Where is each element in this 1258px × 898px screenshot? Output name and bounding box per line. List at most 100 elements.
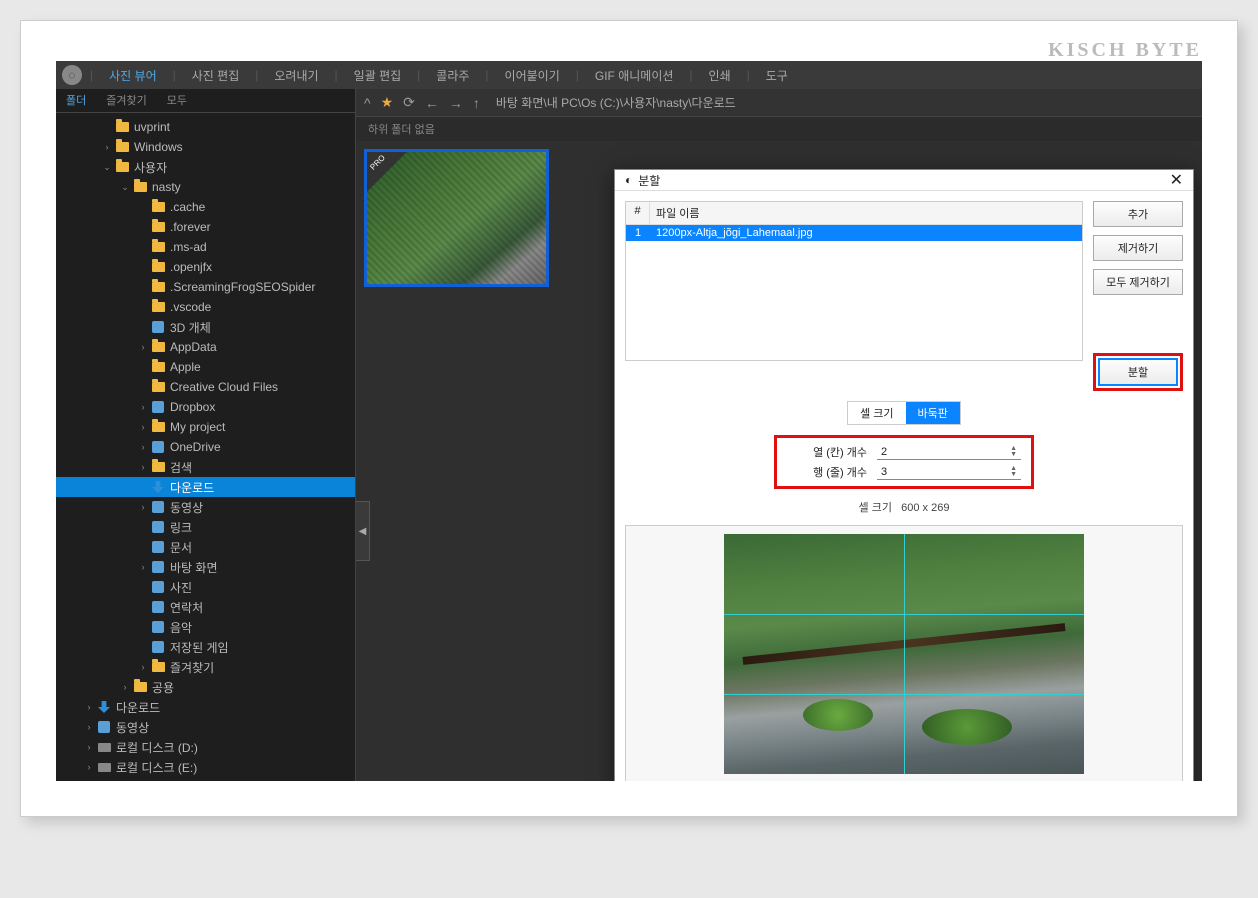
chevron-right-icon[interactable]: › xyxy=(136,502,150,512)
tree-node[interactable]: ›Dropbox xyxy=(56,397,355,417)
chevron-right-icon[interactable]: › xyxy=(136,422,150,432)
tree-node[interactable]: ›AppData xyxy=(56,337,355,357)
tab-grid[interactable]: 바둑판 xyxy=(906,402,960,424)
tree-node[interactable]: ›로컬 디스크 (D:) xyxy=(56,737,355,757)
chevron-right-icon[interactable]: › xyxy=(136,562,150,572)
chevron-right-icon[interactable]: › xyxy=(118,682,132,692)
menu-batch[interactable]: 일괄 편집 xyxy=(346,63,410,88)
chevron-right-icon[interactable]: › xyxy=(136,402,150,412)
menu-print[interactable]: 인쇄 xyxy=(701,63,739,88)
menu-photo-viewer[interactable]: 사진 뷰어 xyxy=(101,63,165,88)
sidebar-tab-folder[interactable]: 폴더 xyxy=(56,89,96,112)
tree-node[interactable]: .forever xyxy=(56,217,355,237)
tree-node[interactable]: .ms-ad xyxy=(56,237,355,257)
item-icon xyxy=(150,580,166,594)
tree-node[interactable]: ›검색 xyxy=(56,457,355,477)
toolbar-back-icon[interactable]: ← xyxy=(425,95,439,111)
sidebar-tab-all[interactable]: 모두 xyxy=(157,89,197,112)
tree-node[interactable]: ›로컬 디스크 (E:) xyxy=(56,757,355,777)
chevron-right-icon[interactable]: › xyxy=(100,142,114,152)
toolbar-refresh-icon[interactable]: ⟳ xyxy=(403,94,415,111)
menu-photo-edit[interactable]: 사진 편집 xyxy=(184,63,248,88)
chevron-right-icon[interactable]: › xyxy=(136,462,150,472)
tree-node[interactable]: ›동영상 xyxy=(56,497,355,517)
chevron-right-icon[interactable]: › xyxy=(82,742,96,752)
watermark: KISCH BYTE xyxy=(1048,39,1202,62)
tree-node[interactable]: 링크 xyxy=(56,517,355,537)
folder-icon xyxy=(114,160,130,174)
tree-node[interactable]: .cache xyxy=(56,197,355,217)
menu-combine[interactable]: 이어붙이기 xyxy=(497,63,568,88)
tree-node[interactable]: .openjfx xyxy=(56,257,355,277)
menu-crop[interactable]: 오려내기 xyxy=(266,63,326,88)
tree-node-label: uvprint xyxy=(134,120,170,134)
sidebar-tabs: 폴더 즐겨찾기 모두 xyxy=(56,89,355,113)
menu-tools[interactable]: 도구 xyxy=(758,63,796,88)
tree-node[interactable]: ⌄nasty xyxy=(56,177,355,197)
tree-node[interactable]: uvprint xyxy=(56,117,355,137)
cols-spinner-icon[interactable]: ▲▼ xyxy=(1010,446,1017,458)
folder-icon xyxy=(150,280,166,294)
item-icon xyxy=(150,560,166,574)
image-thumbnail[interactable]: PRO xyxy=(364,149,549,287)
folder-icon xyxy=(114,120,130,134)
chevron-right-icon[interactable]: › xyxy=(136,342,150,352)
tree-node[interactable]: Apple xyxy=(56,357,355,377)
tree-node[interactable]: 문서 xyxy=(56,537,355,557)
toolbar-up-small-icon[interactable]: ^ xyxy=(364,95,371,111)
file-row[interactable]: 1 1200px-Altja_jõgi_Lahemaal.jpg xyxy=(626,225,1082,241)
file-col-num: # xyxy=(626,202,650,224)
tree-node-label: 3D 개체 xyxy=(170,319,211,336)
toolbar-star-icon[interactable]: ★ xyxy=(381,94,394,111)
item-icon xyxy=(96,720,112,734)
rows-spinner-icon[interactable]: ▲▼ xyxy=(1010,466,1017,478)
tree-node[interactable]: ⌄사용자 xyxy=(56,157,355,177)
tree-node[interactable]: ›OneDrive xyxy=(56,437,355,457)
tree-node[interactable]: ›즐겨찾기 xyxy=(56,657,355,677)
add-button[interactable]: 추가 xyxy=(1093,201,1183,227)
folder-icon xyxy=(150,340,166,354)
chevron-right-icon[interactable]: › xyxy=(82,702,96,712)
chevron-down-icon[interactable]: ⌄ xyxy=(118,182,132,193)
tab-cell-size[interactable]: 셀 크기 xyxy=(848,402,905,424)
tree-node[interactable]: 음악 xyxy=(56,617,355,637)
tree-node[interactable]: ›다운로드 xyxy=(56,697,355,717)
tree-node[interactable]: 연락처 xyxy=(56,597,355,617)
chevron-right-icon[interactable]: › xyxy=(136,662,150,672)
tree-node[interactable]: ›My project xyxy=(56,417,355,437)
tree-node[interactable]: .ScreamingFrogSEOSpider xyxy=(56,277,355,297)
grid-controls-highlight: 열 (칸) 개수 2 ▲▼ 행 (줄) 개수 3 ▲▼ xyxy=(774,435,1034,489)
folder-tree[interactable]: uvprint ›Windows⌄사용자⌄nasty.cache.forever.… xyxy=(56,113,355,781)
tree-node[interactable]: ›Windows xyxy=(56,137,355,157)
toolbar-up-icon[interactable]: ↑ xyxy=(473,95,480,111)
chevron-right-icon[interactable]: › xyxy=(136,442,150,452)
tree-node[interactable]: ›공용 xyxy=(56,677,355,697)
rows-input[interactable]: 3 ▲▼ xyxy=(877,465,1021,480)
cols-input[interactable]: 2 ▲▼ xyxy=(877,445,1021,460)
tree-node[interactable]: 다운로드 xyxy=(56,477,355,497)
close-icon[interactable]: ✕ xyxy=(1170,170,1183,190)
chevron-down-icon[interactable]: ⌄ xyxy=(100,162,114,173)
sidebar-collapse-handle[interactable]: ◀ xyxy=(356,501,370,561)
tree-node[interactable]: Creative Cloud Files xyxy=(56,377,355,397)
remove-button[interactable]: 제거하기 xyxy=(1093,235,1183,261)
tree-node[interactable]: 저장된 게임 xyxy=(56,637,355,657)
tree-node[interactable]: 사진 xyxy=(56,577,355,597)
tree-node[interactable]: 3D 개체 xyxy=(56,317,355,337)
tree-node[interactable]: ›동영상 xyxy=(56,717,355,737)
split-button[interactable]: 분할 xyxy=(1098,358,1178,386)
tree-node[interactable]: .vscode xyxy=(56,297,355,317)
menu-gif[interactable]: GIF 애니메이션 xyxy=(587,63,682,88)
file-list[interactable]: # 파일 이름 1 1200px-Altja_jõgi_Lahemaal.jpg xyxy=(625,201,1083,361)
remove-all-button[interactable]: 모두 제거하기 xyxy=(1093,269,1183,295)
chevron-right-icon[interactable]: › xyxy=(82,762,96,772)
folder-icon xyxy=(132,180,148,194)
app-window: ◌ | 사진 뷰어| 사진 편집| 오려내기| 일괄 편집| 콜라주| 이어붙이… xyxy=(56,61,1202,781)
tree-node[interactable]: ›바탕 화면 xyxy=(56,557,355,577)
menu-collage[interactable]: 콜라주 xyxy=(428,63,477,88)
toolbar-forward-icon[interactable]: → xyxy=(449,95,463,111)
breadcrumb-path: 바탕 화면\내 PC\Os (C:)\사용자\nasty\다운로드 xyxy=(496,94,736,111)
sidebar-tab-favorites[interactable]: 즐겨찾기 xyxy=(96,89,156,112)
preview-dimensions: 1200 x 806 xyxy=(877,780,931,781)
chevron-right-icon[interactable]: › xyxy=(82,722,96,732)
